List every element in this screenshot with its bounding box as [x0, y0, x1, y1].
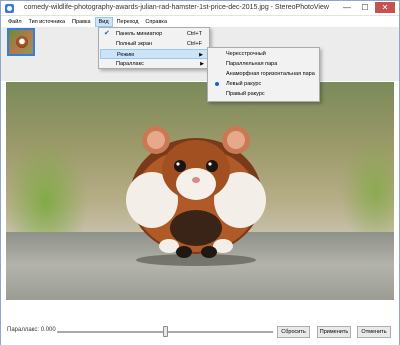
- app-icon: [5, 4, 14, 13]
- minimize-button[interactable]: —: [339, 2, 355, 13]
- submenu-item-label: Чересстрочный: [226, 51, 266, 57]
- menu-item-label: Панель миниатюр: [116, 31, 163, 37]
- menu-bar: Файл Тип источника Правка Вид Переход Сп…: [1, 16, 399, 27]
- submenu-item-left-view[interactable]: Левый ракурс: [209, 79, 318, 89]
- menu-item-shortcut: Ctrl+F: [186, 41, 202, 47]
- view-menu-dropdown: ✔ Панель миниатюр Ctrl+T Полный экран Ct…: [98, 27, 210, 69]
- submenu-item-label: Параллельная пара: [226, 61, 278, 67]
- title-bar: comedy-wildlife-photography-awards-julia…: [1, 1, 399, 16]
- menu-item-mode[interactable]: Режим ▶: [100, 49, 208, 59]
- parallax-label: Параллакс: 0.000: [7, 327, 56, 333]
- window-title: comedy-wildlife-photography-awards-julia…: [24, 4, 329, 11]
- radio-bullet-icon: [215, 82, 219, 86]
- menu-item-shortcut: Ctrl+T: [186, 31, 202, 37]
- menu-view[interactable]: Вид: [94, 16, 113, 27]
- thumbnail-image: [16, 36, 28, 48]
- menu-source-type[interactable]: Тип источника: [26, 17, 68, 27]
- reset-button[interactable]: Сбросить: [277, 326, 310, 338]
- submenu-item-parallel-pair[interactable]: Параллельная пара: [209, 59, 318, 69]
- menu-help[interactable]: Справка: [142, 17, 170, 27]
- main-photo: [6, 82, 394, 300]
- thumbnail-item[interactable]: [7, 28, 35, 56]
- menu-item-label: Полный экран: [116, 41, 153, 47]
- check-icon: ✔: [104, 30, 110, 37]
- apply-button[interactable]: Применить: [317, 326, 351, 338]
- menu-edit[interactable]: Правка: [69, 17, 94, 27]
- cancel-button[interactable]: Отменить: [357, 326, 391, 338]
- submenu-item-label: Левый ракурс: [226, 81, 262, 87]
- submenu-item-anamorphic-pair[interactable]: Анаморфная горизонтальная пара: [209, 69, 318, 79]
- submenu-item-label: Правый ракурс: [226, 91, 265, 97]
- menu-item-parallax[interactable]: Параллакс ▶: [100, 59, 208, 69]
- menu-item-label: Параллакс: [116, 61, 144, 67]
- menu-item-fullscreen[interactable]: Полный экран Ctrl+F: [100, 39, 208, 49]
- close-button[interactable]: ✕: [375, 2, 395, 13]
- submenu-item-right-view[interactable]: Правый ракурс: [209, 89, 318, 99]
- submenu-arrow-icon: ▶: [200, 61, 204, 67]
- menu-go[interactable]: Переход: [114, 17, 142, 27]
- mode-submenu: Чересстрочный Параллельная пара Анаморфн…: [207, 47, 320, 102]
- menu-file[interactable]: Файл: [5, 17, 25, 27]
- submenu-item-interlaced[interactable]: Чересстрочный: [209, 49, 318, 59]
- parallax-controls: Параллакс: 0.000 Сбросить Применить Отме…: [1, 301, 399, 345]
- submenu-item-label: Анаморфная горизонтальная пара: [226, 71, 315, 77]
- menu-item-thumbnail-panel[interactable]: ✔ Панель миниатюр Ctrl+T: [100, 29, 208, 39]
- parallax-slider-thumb[interactable]: [162, 326, 168, 337]
- maximize-button[interactable]: ☐: [357, 2, 373, 13]
- app-window: comedy-wildlife-photography-awards-julia…: [0, 0, 400, 345]
- hamster-image: [126, 126, 266, 266]
